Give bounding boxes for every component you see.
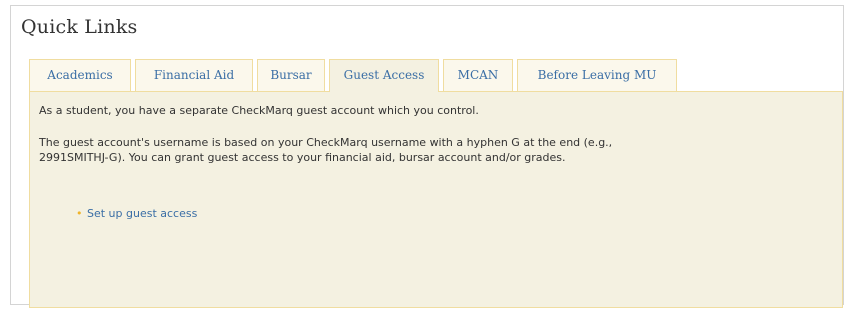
tab-guest-access[interactable]: Guest Access [329, 59, 439, 92]
widget-title: Quick Links [21, 16, 138, 38]
tab-mcan[interactable]: MCAN [443, 59, 513, 91]
tab-bursar[interactable]: Bursar [257, 59, 325, 91]
set-up-guest-access-link[interactable]: Set up guest access [87, 207, 197, 220]
bullet-icon: • [76, 207, 83, 220]
intro-text: As a student, you have a separate CheckM… [39, 104, 479, 117]
setup-link-row: • Set up guest access [76, 207, 197, 220]
details-line-2: 2991SMITHJ-G). You can grant guest acces… [39, 151, 566, 164]
tab-academics[interactable]: Academics [29, 59, 131, 91]
quick-links-widget: Quick Links Academics Financial Aid Burs… [10, 5, 844, 308]
details-line-1: The guest account's username is based on… [39, 136, 613, 149]
guest-account-details: The guest account's username is based on… [39, 135, 759, 165]
tab-before-leaving-mu[interactable]: Before Leaving MU [517, 59, 677, 91]
tab-panel-guest-access: As a student, you have a separate CheckM… [29, 91, 843, 308]
tab-financial-aid[interactable]: Financial Aid [135, 59, 253, 91]
